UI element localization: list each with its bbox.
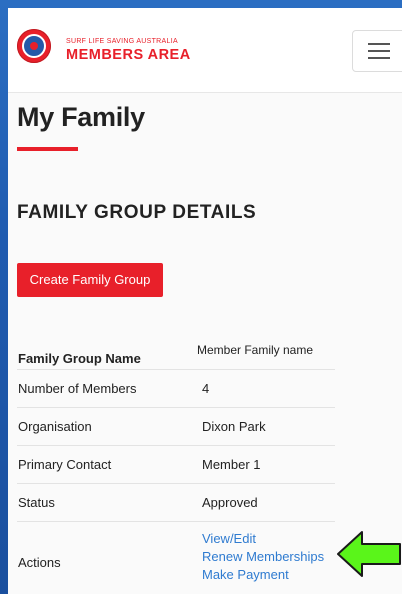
top-header: SURF LIFE SAVING AUSTRALIA MEMBERS AREA xyxy=(8,8,402,93)
row-label: Family Group Name xyxy=(18,351,141,366)
brand-title[interactable]: MEMBERS AREA xyxy=(66,47,191,63)
table-row: Status Approved xyxy=(17,484,335,522)
row-value: Member Family name xyxy=(197,343,314,357)
view-edit-link[interactable]: View/Edit xyxy=(202,531,256,546)
create-family-group-button[interactable]: Create Family Group xyxy=(17,263,163,297)
row-label: Organisation xyxy=(18,419,92,434)
table-row: Primary Contact Member 1 xyxy=(17,446,335,484)
row-value: Dixon Park xyxy=(202,419,266,434)
row-label: Number of Members xyxy=(18,381,137,396)
family-details-table: Family Group Name Member Family name Num… xyxy=(17,327,335,594)
row-label: Status xyxy=(18,495,55,510)
section-title: FAMILY GROUP DETAILS xyxy=(17,202,257,223)
table-row: Number of Members 4 xyxy=(17,370,335,408)
title-underline xyxy=(17,147,78,151)
green-pointer-arrow-icon xyxy=(337,531,401,577)
app-frame: SURF LIFE SAVING AUSTRALIA MEMBERS AREA … xyxy=(8,8,402,594)
renew-memberships-link[interactable]: Renew Memberships xyxy=(202,549,324,564)
table-row: Organisation Dixon Park xyxy=(17,408,335,446)
row-value: Member 1 xyxy=(202,457,261,472)
row-value: 4 xyxy=(202,381,210,396)
row-value: Approved xyxy=(202,495,258,510)
surf-life-saving-logo-icon[interactable] xyxy=(17,29,51,63)
row-label: Primary Contact xyxy=(18,457,112,472)
table-row-actions: Actions View/Edit Renew Memberships Make… xyxy=(17,522,335,594)
make-payment-link[interactable]: Make Payment xyxy=(202,567,289,582)
actions-label: Actions xyxy=(18,555,61,570)
brand-subtitle: SURF LIFE SAVING AUSTRALIA xyxy=(66,38,178,45)
table-row: Family Group Name Member Family name xyxy=(17,327,335,370)
hamburger-menu-icon xyxy=(368,43,390,45)
hamburger-menu-button[interactable] xyxy=(352,30,402,72)
page-title: My Family xyxy=(17,102,145,132)
